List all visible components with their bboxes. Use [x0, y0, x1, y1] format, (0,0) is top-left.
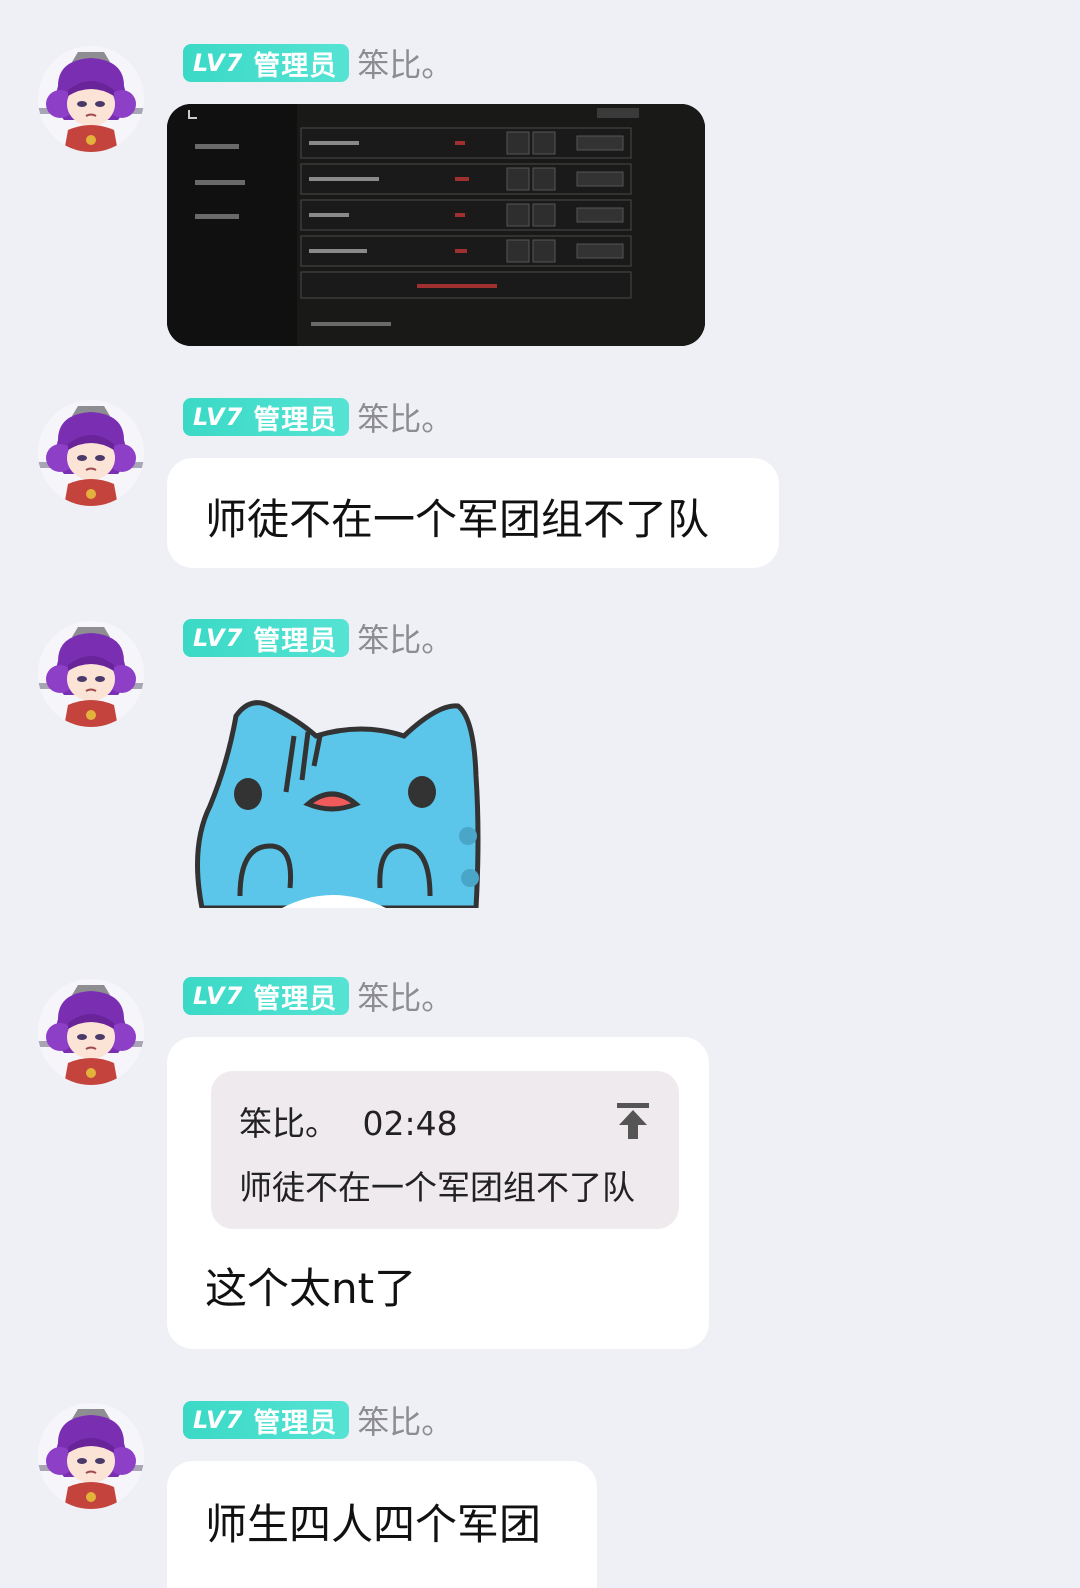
reply-quote[interactable]: 笨比。 02:48 师徒不在一个军团组不了队 — [211, 1071, 679, 1229]
avatar[interactable] — [38, 979, 144, 1085]
quote-author: 笨比。 — [239, 1104, 338, 1143]
message-bubble[interactable]: 师徒不在一个军团组不了队 — [167, 458, 779, 568]
avatar[interactable] — [38, 621, 144, 727]
message-text: 师徒不在一个军团组不了队 — [205, 495, 710, 544]
badge-level: LV7 — [193, 403, 244, 431]
sender-meta: LV7 管理员 笨比。 — [183, 40, 453, 86]
blue-cat-sticker[interactable] — [190, 696, 490, 908]
avatar[interactable] — [38, 46, 144, 152]
sender-name[interactable]: 笨比。 — [357, 615, 453, 661]
level-badge: LV7 管理员 — [183, 619, 350, 657]
quote-text: 师徒不在一个军团组不了队 — [239, 1168, 635, 1207]
sender-meta: LV7 管理员 笨比。 — [183, 1397, 453, 1443]
level-badge: LV7 管理员 — [183, 977, 350, 1015]
message-bubble[interactable]: 师生四人四个军团 — [167, 1461, 597, 1588]
sender-name[interactable]: 笨比。 — [357, 40, 453, 86]
badge-role: 管理员 — [253, 50, 338, 82]
sender-name[interactable]: 笨比。 — [357, 394, 453, 440]
level-badge: LV7 管理员 — [183, 44, 350, 82]
quote-header: 笨比。 02:48 — [239, 1097, 458, 1145]
jump-to-top-icon[interactable] — [615, 1101, 651, 1141]
level-badge: LV7 管理员 — [183, 398, 350, 436]
badge-role: 管理员 — [253, 625, 338, 657]
badge-role: 管理员 — [253, 983, 338, 1015]
badge-role: 管理员 — [253, 404, 338, 436]
sender-name[interactable]: 笨比。 — [357, 1397, 453, 1443]
sender-meta: LV7 管理员 笨比。 — [183, 973, 453, 1019]
badge-role: 管理员 — [253, 1407, 338, 1439]
message-text: 师生四人四个军团 — [205, 1500, 542, 1549]
image-attachment[interactable] — [167, 104, 705, 346]
quote-time: 02:48 — [362, 1104, 458, 1143]
badge-level: LV7 — [193, 1406, 244, 1434]
sender-meta: LV7 管理员 笨比。 — [183, 615, 453, 661]
avatar[interactable] — [38, 400, 144, 506]
level-badge: LV7 管理员 — [183, 1401, 350, 1439]
sender-name[interactable]: 笨比。 — [357, 973, 453, 1019]
badge-level: LV7 — [193, 982, 244, 1010]
avatar[interactable] — [38, 1403, 144, 1509]
message-bubble[interactable]: 笨比。 02:48 师徒不在一个军团组不了队 这个太nt了 — [167, 1037, 709, 1349]
badge-level: LV7 — [193, 624, 244, 652]
message-text: 这个太nt了 — [205, 1264, 417, 1313]
badge-level: LV7 — [193, 49, 244, 77]
sender-meta: LV7 管理员 笨比。 — [183, 394, 453, 440]
